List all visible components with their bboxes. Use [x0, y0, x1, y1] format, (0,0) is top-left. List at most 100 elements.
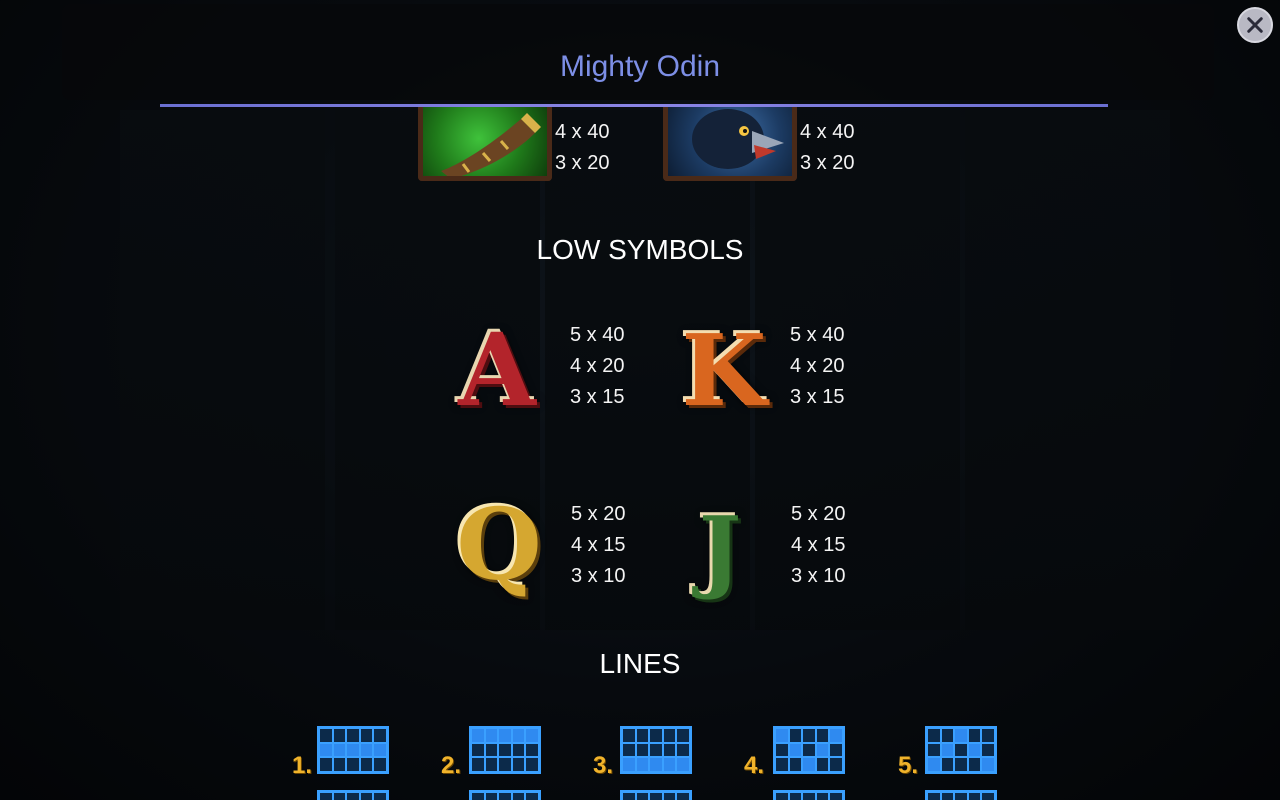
line-cell: [346, 792, 360, 800]
line-cell: [511, 742, 526, 758]
line-cell: [484, 792, 499, 800]
line-cell: [954, 742, 968, 758]
symbol-k-icon: K: [681, 314, 767, 429]
symbol-k-pay-4: 4 x 20: [790, 355, 845, 377]
symbol-q-pay-4: 4 x 15: [571, 534, 626, 556]
line-cell: [373, 792, 387, 800]
line-cell: [622, 742, 636, 758]
symbol-j-icon: J: [698, 497, 742, 603]
line-cell: [775, 728, 789, 743]
line-cell: [967, 757, 982, 772]
line-cell: [635, 742, 650, 758]
symbol-q-pay-3: 3 x 10: [571, 565, 626, 587]
line-cell: [622, 792, 636, 800]
line-cell: [319, 757, 333, 772]
line-cell: [498, 792, 512, 800]
line-cell: [829, 757, 843, 772]
line-cell: [927, 728, 941, 743]
line-cell: [788, 792, 803, 800]
line-pattern-next: [773, 790, 845, 800]
line-cell: [359, 757, 374, 772]
line-cell: [471, 742, 485, 758]
line-cell: [676, 728, 690, 743]
line-cell: [332, 757, 347, 772]
line-cell: [662, 728, 677, 743]
line-cell: [359, 742, 374, 758]
line-label: 4.: [744, 752, 765, 779]
line-cell: [319, 792, 333, 800]
line-cell: [802, 728, 816, 743]
line-cell: [649, 742, 663, 758]
line-cell: [967, 792, 982, 800]
line-cell: [649, 728, 663, 743]
symbol-a-pay-5: 5 x 40: [570, 324, 625, 346]
line-cell: [940, 728, 955, 743]
horn-pay-4: 4 x 40: [555, 121, 610, 143]
line-cell: [940, 757, 955, 772]
line-cell: [829, 742, 843, 758]
line-cell: [332, 742, 347, 758]
line-cell: [815, 728, 830, 743]
line-cell: [359, 792, 374, 800]
line-cell: [359, 728, 374, 743]
line-cell: [676, 742, 690, 758]
symbol-a-icon: A: [458, 311, 536, 429]
line-cell: [525, 742, 539, 758]
symbol-a-pay-4: 4 x 20: [570, 355, 625, 377]
symbol-a-pay-3: 3 x 15: [570, 386, 625, 408]
line-cell: [635, 757, 650, 772]
line-cell: [788, 728, 803, 743]
line-cell: [471, 792, 485, 800]
line-cell: [471, 757, 485, 772]
line-label: 2.: [441, 752, 462, 779]
line-cell: [815, 757, 830, 772]
line-cell: [829, 728, 843, 743]
line-pattern-3: [620, 726, 692, 774]
line-cell: [622, 757, 636, 772]
symbol-q-pay-5: 5 x 20: [571, 503, 626, 525]
line-cell: [927, 742, 941, 758]
symbol-j-pay-4: 4 x 15: [791, 534, 846, 556]
line-cell: [635, 792, 650, 800]
symbol-j-pay-3: 3 x 10: [791, 565, 846, 587]
raven-pay-3: 3 x 20: [800, 152, 855, 174]
line-cell: [802, 792, 816, 800]
line-cell: [332, 728, 347, 743]
line-cell: [927, 792, 941, 800]
line-cell: [662, 757, 677, 772]
low-symbols-heading: LOW SYMBOLS: [536, 234, 744, 265]
line-cell: [815, 792, 830, 800]
line-cell: [775, 792, 789, 800]
symbol-k-pay-3: 3 x 15: [790, 386, 845, 408]
line-cell: [662, 742, 677, 758]
line-pattern-5: [925, 726, 997, 774]
line-cell: [373, 728, 387, 743]
line-cell: [954, 757, 968, 772]
line-cell: [940, 792, 955, 800]
line-cell: [525, 728, 539, 743]
line-cell: [319, 728, 333, 743]
line-cell: [649, 792, 663, 800]
line-pattern-1: [317, 726, 389, 774]
line-cell: [967, 728, 982, 743]
line-label: 1.: [292, 752, 313, 779]
paytable-scroll-area[interactable]: 4 x 40 3 x 20 4 x 40 3 x 20 LOW SYMBOLS …: [0, 107, 1280, 800]
line-label: 5.: [898, 752, 919, 779]
line-cell: [981, 757, 995, 772]
line-cell: [954, 792, 968, 800]
line-cell: [511, 728, 526, 743]
line-cell: [981, 742, 995, 758]
raven-symbol-icon: [663, 107, 797, 181]
line-cell: [967, 742, 982, 758]
page-title: Mighty Odin: [559, 50, 721, 83]
line-cell: [373, 757, 387, 772]
close-button[interactable]: [1237, 7, 1273, 43]
line-cell: [981, 792, 995, 800]
line-cell: [829, 792, 843, 800]
line-cell: [346, 728, 360, 743]
line-cell: [373, 742, 387, 758]
line-cell: [927, 757, 941, 772]
line-cell: [484, 757, 499, 772]
line-cell: [775, 757, 789, 772]
line-pattern-next: [317, 790, 389, 800]
